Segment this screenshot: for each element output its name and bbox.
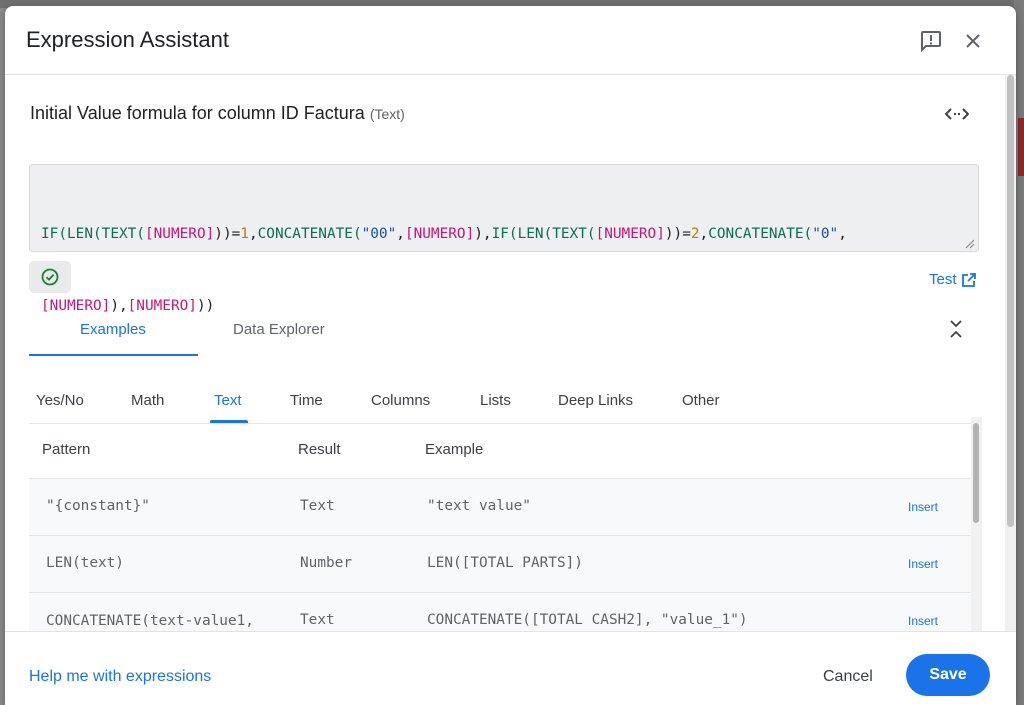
header-result: Result bbox=[298, 441, 341, 458]
table-row: "{constant}" Text "text value" Insert bbox=[29, 479, 975, 536]
header-example: Example bbox=[425, 441, 484, 458]
active-tab-indicator bbox=[29, 354, 198, 356]
cell-example: CONCATENATE([TOTAL CASH2], "value_1") bbox=[427, 612, 748, 628]
expression-assistant-dialog: Expression Assistant Initial Value formu… bbox=[5, 6, 1016, 705]
save-button[interactable]: Save bbox=[906, 654, 990, 696]
dialog-scrollbar-thumb[interactable] bbox=[1007, 75, 1014, 527]
examples-table: Pattern Result Example "{constant}" Text… bbox=[29, 423, 975, 631]
formula-token: [NUMERO] bbox=[144, 226, 215, 242]
formula-type: (Text) bbox=[369, 106, 405, 122]
formula-token: 1 bbox=[240, 226, 249, 242]
collapse-button[interactable] bbox=[947, 318, 965, 340]
cell-pattern: "{constant}" bbox=[46, 498, 150, 514]
dialog-scrollbar[interactable] bbox=[1005, 75, 1016, 631]
dialog-footer: Help me with expressions Cancel Save bbox=[5, 631, 1016, 705]
subtab-columns[interactable]: Columns bbox=[371, 392, 430, 409]
formula-title: Initial Value formula for column ID Fact… bbox=[30, 103, 405, 124]
validation-status bbox=[29, 261, 71, 293]
table-header: Pattern Result Example bbox=[29, 423, 975, 479]
main-tabs: Examples Data Explorer bbox=[29, 307, 979, 356]
formula-token: IF( bbox=[41, 226, 67, 242]
formula-token: , bbox=[396, 226, 405, 242]
editor-line-1: IF(LEN(TEXT([NUMERO]))=1,CONCATENATE("00… bbox=[41, 222, 967, 246]
cell-example: LEN([TOTAL PARTS]) bbox=[427, 555, 583, 571]
header-pattern: Pattern bbox=[42, 441, 91, 458]
formula-token: TEXT( bbox=[552, 226, 596, 242]
dialog-header: Expression Assistant bbox=[5, 6, 1016, 75]
cell-pattern: LEN(text) bbox=[46, 555, 124, 571]
formula-token: , bbox=[838, 226, 847, 242]
cell-result: Number bbox=[300, 555, 352, 571]
formula-token: LEN( bbox=[517, 226, 553, 242]
feedback-icon bbox=[921, 31, 941, 53]
insert-button[interactable]: Insert bbox=[908, 557, 938, 571]
resize-grip-icon[interactable] bbox=[965, 239, 975, 249]
formula-token: "00" bbox=[361, 226, 397, 242]
cell-result: Text bbox=[300, 612, 335, 628]
open-in-new-icon bbox=[961, 272, 976, 287]
toggle-editor-button[interactable] bbox=[943, 100, 971, 128]
close-icon bbox=[966, 34, 980, 48]
formula-token: [NUMERO] bbox=[404, 226, 475, 242]
table-row: CONCATENATE(text-value1, [text-value2, .… bbox=[29, 593, 975, 631]
formula-token: CONCATENATE( bbox=[257, 226, 362, 242]
subtab-time[interactable]: Time bbox=[290, 392, 323, 409]
subtab-lists[interactable]: Lists bbox=[480, 392, 511, 409]
formula-token: LEN( bbox=[67, 226, 102, 242]
insert-button[interactable]: Insert bbox=[908, 500, 938, 514]
formula-token: CONCATENATE( bbox=[708, 226, 813, 242]
dialog-title: Expression Assistant bbox=[26, 27, 229, 52]
help-expressions-link[interactable]: Help me with expressions bbox=[29, 668, 211, 686]
formula-token: ))= bbox=[664, 226, 691, 242]
formula-token: , bbox=[699, 226, 709, 242]
check-circle-icon bbox=[41, 268, 59, 286]
close-button[interactable] bbox=[959, 27, 987, 55]
formula-token: ))= bbox=[214, 226, 241, 242]
formula-token: ), bbox=[474, 226, 492, 242]
test-label: Test bbox=[929, 271, 957, 288]
test-link[interactable]: Test bbox=[929, 271, 977, 288]
subtab-other[interactable]: Other bbox=[682, 392, 720, 409]
table-scrollbar[interactable] bbox=[971, 417, 982, 631]
formula-token: [NUMERO] bbox=[595, 226, 665, 242]
backdrop-accent bbox=[1018, 118, 1024, 176]
example-category-tabs: Yes/No Math Text Time Columns Lists Deep… bbox=[29, 385, 975, 424]
table-scrollbar-thumb[interactable] bbox=[973, 423, 979, 523]
subtab-text[interactable]: Text bbox=[214, 392, 242, 409]
cell-example: "text value" bbox=[427, 498, 531, 514]
dialog-body[interactable]: Initial Value formula for column ID Fact… bbox=[5, 75, 1005, 631]
feedback-button[interactable] bbox=[917, 27, 945, 55]
insert-button[interactable]: Insert bbox=[908, 614, 938, 628]
subtab-yes-no[interactable]: Yes/No bbox=[36, 392, 84, 409]
code-toggle-icon bbox=[945, 108, 969, 120]
formula-title-text: Initial Value formula for column ID Fact… bbox=[30, 103, 365, 123]
table-row: LEN(text) Number LEN([TOTAL PARTS]) Inse… bbox=[29, 536, 975, 593]
cell-result: Text bbox=[300, 498, 335, 514]
collapse-icon bbox=[950, 320, 962, 338]
formula-token: "0" bbox=[812, 226, 839, 242]
subtab-deep-links[interactable]: Deep Links bbox=[558, 392, 633, 409]
expression-editor[interactable]: IF(LEN(TEXT([NUMERO]))=1,CONCATENATE("00… bbox=[29, 164, 979, 314]
subtab-math[interactable]: Math bbox=[131, 392, 164, 409]
formula-token: TEXT( bbox=[101, 226, 145, 242]
formula-token: , bbox=[248, 226, 258, 242]
formula-token: IF( bbox=[491, 226, 518, 242]
formula-token: 2 bbox=[690, 226, 700, 242]
tab-data-explorer[interactable]: Data Explorer bbox=[233, 321, 325, 338]
cancel-button[interactable]: Cancel bbox=[823, 668, 873, 686]
tab-examples[interactable]: Examples bbox=[80, 321, 146, 338]
cell-pattern: CONCATENATE(text-value1, [text-value2, .… bbox=[46, 613, 254, 629]
